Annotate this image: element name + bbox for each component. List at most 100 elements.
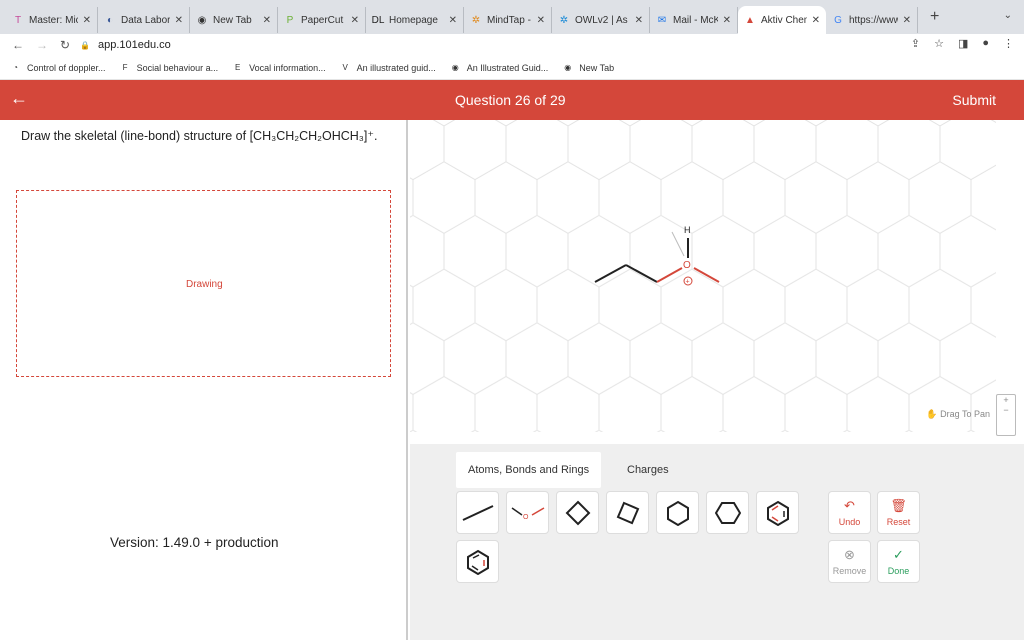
tab-title: OWLv2 | As	[575, 14, 628, 26]
bookmark-item[interactable]: ◔ Control of doppler...	[10, 62, 106, 73]
tab-title: MindTap - C	[487, 14, 532, 26]
hand-icon: ✋	[926, 409, 938, 419]
close-tab-icon[interactable]: ✕	[537, 15, 545, 26]
drag-to-pan-hint: ✋ Drag To Pan	[926, 409, 990, 419]
profile-avatar[interactable]: ●	[982, 37, 989, 50]
tab-search-icon[interactable]: ⌄	[1004, 10, 1012, 21]
browser-tab[interactable]: ✲ MindTap - C ✕	[464, 7, 552, 33]
back-arrow-icon[interactable]: ←	[10, 88, 28, 109]
tab-favicon-icon: G	[834, 14, 842, 26]
tab-title: Aktiv Chem	[761, 14, 807, 26]
reset-button[interactable]: 🗑 Reset	[877, 491, 920, 534]
bookmark-item[interactable]: E Vocal information...	[232, 62, 326, 73]
browser-tab[interactable]: ◉ New Tab ✕	[190, 7, 278, 33]
tab-favicon-icon: T	[14, 14, 22, 26]
zoom-control[interactable]: + −	[996, 394, 1016, 436]
benzene-tool[interactable]	[756, 491, 799, 534]
url-text: app.101edu.co	[97, 39, 171, 51]
address-bar: ← → ↻ 🔒 app.101edu.co ⇪ ☆ ◨ ● ⋮	[0, 34, 1024, 56]
cyclohexane-tool[interactable]	[706, 491, 749, 534]
square-ring-icon	[616, 501, 639, 524]
cyclobutane-icon	[565, 500, 590, 525]
browser-tab[interactable]: DL Homepage ✕	[366, 7, 464, 33]
close-tab-icon[interactable]: ✕	[175, 15, 183, 26]
benzene-alt-icon	[466, 549, 489, 575]
browser-tab[interactable]: ▲ Aktiv Chem ✕	[738, 6, 826, 34]
cyclobutane-tool[interactable]	[606, 491, 649, 534]
browser-tab-strip: T Master: Mic ✕ ◐ Data Labor ✕ ◉ New Tab ✕ P Paper…	[0, 0, 1024, 34]
tab-favicon-icon: P	[286, 14, 294, 26]
bookmark-star-icon[interactable]: ☆	[934, 37, 944, 50]
bookmark-item[interactable]: F Social behaviour a...	[120, 62, 219, 73]
bookmark-label: Control of doppler...	[27, 62, 106, 73]
single-bond-icon	[462, 504, 493, 521]
reload-icon[interactable]: ↻	[60, 38, 70, 52]
question-counter: Question 26 of 29	[455, 92, 566, 108]
hexagon-ring-icon	[666, 500, 689, 526]
zoom-out-button[interactable]: −	[997, 405, 1015, 415]
browser-tab[interactable]: ◐ Data Labor ✕	[98, 7, 190, 33]
tab-charges[interactable]: Charges	[615, 452, 681, 488]
browser-tab[interactable]: Ghttps://www ✕	[826, 7, 918, 33]
share-icon[interactable]: ⇪	[911, 37, 920, 50]
remove-icon: ⊗	[844, 547, 855, 562]
question-header: ← Question 26 of 29 Submit	[0, 80, 1024, 120]
hex-grid-canvas[interactable]: H O +	[410, 120, 1024, 444]
benzene-icon	[766, 500, 789, 526]
single-bond-tool[interactable]	[456, 491, 499, 534]
trash-icon: 🗑	[890, 498, 907, 513]
back-icon[interactable]: ←	[12, 38, 24, 52]
svg-text:O: O	[523, 514, 529, 521]
bookmark-item[interactable]: ◉ An Illustrated Guid...	[450, 62, 549, 73]
bookmarks-bar: ◔ Control of doppler... F Social behaviour …	[0, 56, 1024, 80]
close-tab-icon[interactable]: ✕	[635, 15, 643, 26]
bookmark-favicon-icon: ◉	[451, 63, 459, 72]
forward-icon[interactable]: →	[36, 38, 48, 52]
close-tab-icon[interactable]: ✕	[812, 15, 820, 26]
undo-button[interactable]: ↶ Undo	[828, 491, 871, 534]
bookmark-label: Social behaviour a...	[136, 62, 219, 73]
version-text: Version: 1.49.0 + production	[110, 535, 279, 550]
bookmark-label: An illustrated guid...	[356, 62, 436, 73]
close-tab-icon[interactable]: ✕	[449, 15, 457, 26]
new-tab-button[interactable]: +	[930, 8, 939, 26]
bookmark-favicon-icon: ◔	[13, 63, 18, 72]
bookmark-item[interactable]: V An illustrated guid...	[340, 62, 436, 73]
bookmark-label: New Tab	[579, 62, 615, 73]
close-tab-icon[interactable]: ✕	[83, 15, 91, 26]
tab-atoms-bonds-rings[interactable]: Atoms, Bonds and Rings	[456, 452, 602, 488]
oxygen-atom[interactable]: O	[683, 260, 691, 271]
tab-favicon-icon: ✉	[657, 14, 667, 26]
close-tab-icon[interactable]: ✕	[903, 15, 911, 26]
drawing-answer-box[interactable]: Drawing	[16, 190, 391, 377]
browser-tab[interactable]: ✉ Mail - McKi ✕	[650, 7, 738, 33]
question-prompt: Draw the skeletal (line-bond) structure …	[21, 129, 378, 143]
done-button[interactable]: ✓ Done	[877, 540, 920, 583]
tab-title: PaperCut M	[301, 14, 346, 26]
tab-favicon-icon: ◉	[197, 14, 207, 26]
benzene-alt-tool[interactable]	[456, 540, 499, 583]
url-field[interactable]: 🔒 app.101edu.co	[80, 34, 950, 56]
bookmark-favicon-icon: F	[122, 63, 128, 72]
browser-tab[interactable]: T Master: Mic ✕	[6, 7, 98, 33]
hydrogen-atom[interactable]: H	[684, 225, 691, 235]
cyclopropane-tool[interactable]	[556, 491, 599, 534]
undo-icon: ↶	[844, 498, 855, 513]
bookmark-item[interactable]: ◉ New Tab	[562, 62, 614, 73]
browser-tab[interactable]: P PaperCut M ✕	[278, 7, 366, 33]
close-tab-icon[interactable]: ✕	[263, 15, 271, 26]
oxygen-chain-tool[interactable]: O	[506, 491, 549, 534]
tab-title: https://www	[849, 14, 898, 26]
side-panel-icon[interactable]: ◨	[958, 37, 968, 50]
tab-favicon-icon: ▲	[745, 14, 755, 26]
zoom-in-button[interactable]: +	[997, 395, 1015, 405]
submit-button[interactable]: Submit	[952, 92, 996, 108]
hexagon-flat-icon	[714, 501, 741, 524]
close-tab-icon[interactable]: ✕	[351, 15, 359, 26]
cyclopentane-tool[interactable]	[656, 491, 699, 534]
remove-button[interactable]: ⊗ Remove	[828, 540, 871, 583]
menu-icon[interactable]: ⋮	[1003, 37, 1014, 50]
browser-tab[interactable]: ✲ OWLv2 | As ✕	[552, 7, 650, 33]
close-tab-icon[interactable]: ✕	[723, 15, 731, 26]
drawing-canvas[interactable]: H O + ✋ Drag To Pan + −	[410, 120, 1024, 444]
